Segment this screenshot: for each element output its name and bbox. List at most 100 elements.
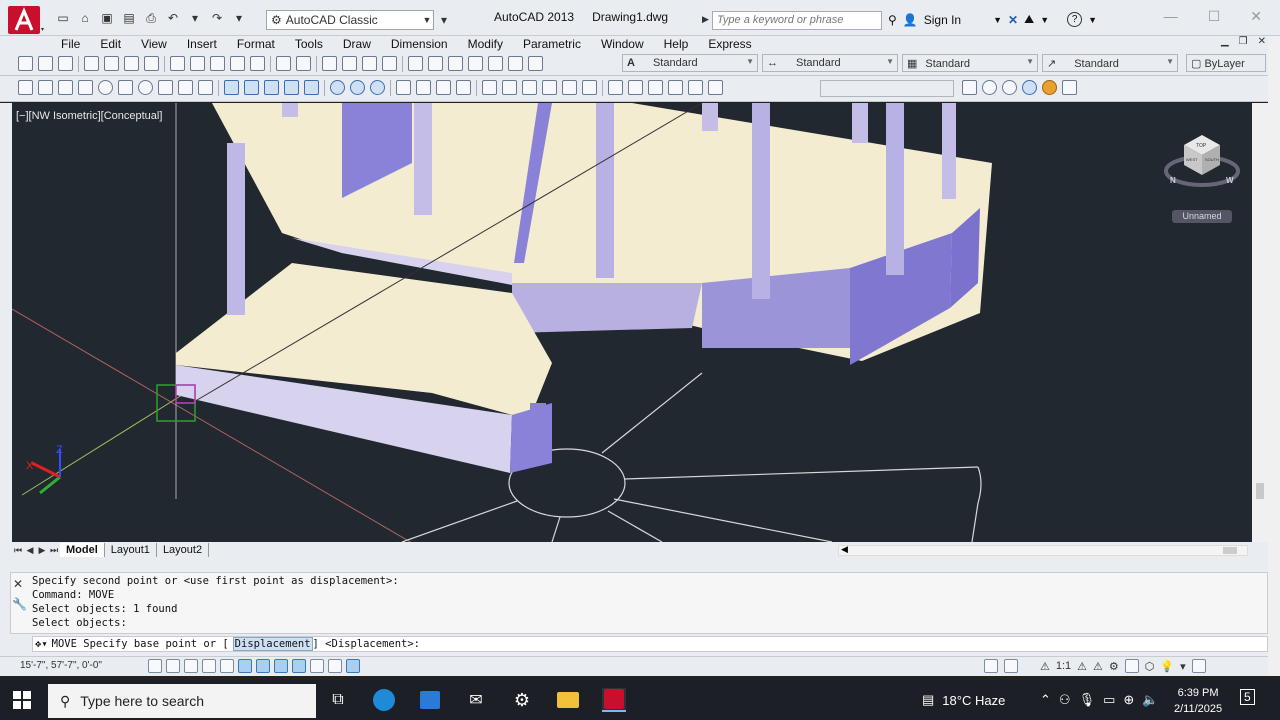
wedge-icon[interactable]	[58, 80, 73, 95]
pyramid-icon[interactable]	[158, 80, 173, 95]
microphone-icon[interactable]: 🎙	[1079, 692, 1096, 708]
annotation-scale[interactable]: 1:1	[1056, 660, 1071, 672]
object-snap-tracking-icon[interactable]	[274, 659, 288, 673]
polysolid-icon[interactable]	[18, 80, 33, 95]
tray-expand-icon[interactable]: ⌃	[1040, 692, 1051, 708]
notification-center-icon[interactable]: 5	[1240, 689, 1260, 710]
scrollbar-thumb[interactable]	[1223, 547, 1237, 554]
extrude-faces-icon[interactable]	[502, 80, 517, 95]
3d-object-snap-icon[interactable]	[256, 659, 270, 673]
box-icon[interactable]	[38, 80, 53, 95]
redo-toolbar-icon[interactable]	[296, 56, 311, 71]
command-customize-icon[interactable]: 🔧	[12, 597, 27, 611]
menu-modify[interactable]: Modify	[468, 37, 513, 51]
render-icon[interactable]	[962, 80, 977, 95]
taskbar-clock[interactable]: 6:39 PM 2/11/2025	[1174, 685, 1222, 717]
mleader-style-dropdown[interactable]: ↗ Standard ▼	[1042, 54, 1178, 72]
tab-layout1[interactable]: Layout1	[105, 543, 157, 557]
cylinder-icon[interactable]	[118, 80, 133, 95]
scrollbar-thumb[interactable]	[1256, 483, 1264, 499]
publish-icon[interactable]	[124, 56, 139, 71]
taskbar-search-box[interactable]: ⚲ Type here to search	[48, 684, 316, 718]
store-icon[interactable]	[418, 688, 442, 712]
horizontal-scrollbar[interactable]: ◀	[838, 544, 1248, 556]
presspull-icon[interactable]	[244, 80, 259, 95]
tab-model[interactable]: Model	[60, 543, 105, 557]
command-close-icon[interactable]: ✕	[13, 577, 23, 591]
menu-tools[interactable]: Tools	[295, 37, 333, 51]
status-menu-icon[interactable]: ▾	[1180, 660, 1186, 673]
visual-style-conceptual-icon[interactable]	[668, 80, 683, 95]
3d-print-icon[interactable]	[144, 56, 159, 71]
battery-icon[interactable]: ▭	[1103, 692, 1115, 708]
table-style-dropdown[interactable]: ▦ Standard ▼	[902, 54, 1038, 72]
revolve-icon[interactable]	[284, 80, 299, 95]
materials-icon[interactable]	[1002, 80, 1017, 95]
plot-icon[interactable]: ⎙	[143, 10, 159, 26]
close-icon[interactable]: ✕	[1250, 8, 1262, 25]
first-tab-icon[interactable]: ⏮	[12, 545, 24, 556]
properties-icon[interactable]	[408, 56, 423, 71]
qnew-icon[interactable]	[18, 56, 33, 71]
paste-icon[interactable]	[210, 56, 225, 71]
command-input[interactable]: ✥▾ MOVE Specify base point or [Displacem…	[32, 636, 1268, 652]
offset-faces-icon[interactable]	[542, 80, 557, 95]
match-properties-icon[interactable]	[230, 56, 245, 71]
menu-insert[interactable]: Insert	[187, 37, 227, 51]
fillet-edges-icon[interactable]	[562, 80, 577, 95]
lights-icon[interactable]	[982, 80, 997, 95]
undo-dropdown-icon[interactable]: ▾	[187, 10, 203, 26]
weather-widget[interactable]: ▤ 18°C Haze	[922, 692, 1005, 708]
autocad-taskbar-icon[interactable]	[602, 688, 626, 712]
save-file-icon[interactable]	[58, 56, 73, 71]
extrude-icon[interactable]	[224, 80, 239, 95]
copy-icon[interactable]	[190, 56, 205, 71]
doc-minimize-icon[interactable]: ▁	[1221, 36, 1229, 47]
undo-icon[interactable]: ↶	[165, 10, 181, 26]
menu-express[interactable]: Express	[708, 37, 761, 51]
plot-button-icon[interactable]	[84, 56, 99, 71]
tool-palettes-icon[interactable]	[448, 56, 463, 71]
menu-dimension[interactable]: Dimension	[391, 37, 458, 51]
grid-display-icon[interactable]	[184, 659, 198, 673]
sign-in-dropdown-icon[interactable]: ▼	[993, 15, 1002, 25]
last-tab-icon[interactable]: ⏭	[48, 545, 60, 556]
cone-icon[interactable]	[78, 80, 93, 95]
visual-style-realistic-icon[interactable]	[648, 80, 663, 95]
block-editor-icon[interactable]	[250, 56, 265, 71]
new-icon[interactable]: ▭	[55, 10, 71, 26]
render-window-icon[interactable]	[1062, 80, 1077, 95]
dim-style-dropdown[interactable]: ↔ Standard ▼	[762, 54, 898, 72]
exchange-icon[interactable]: ✕	[1008, 13, 1018, 27]
solid-edit-icon[interactable]	[482, 80, 497, 95]
vertical-scrollbar[interactable]	[1252, 103, 1268, 542]
3d-move-icon[interactable]	[396, 80, 411, 95]
annotation-visibility-icon[interactable]: ⚠	[1077, 660, 1087, 673]
viewcube-icon[interactable]: TOP WEST SOUTH N W	[1162, 125, 1242, 195]
transparency-icon[interactable]	[346, 659, 360, 673]
search-input[interactable]: Type a keyword or phrase	[712, 11, 882, 30]
help-dropdown-icon[interactable]: ▼	[1088, 15, 1097, 25]
file-explorer-icon[interactable]	[556, 688, 580, 712]
workspace-switching-icon[interactable]: ⚙	[1109, 660, 1119, 673]
workspace-dropdown[interactable]: ⚙ AutoCAD Classic ▼	[266, 10, 434, 30]
open-file-icon[interactable]	[38, 56, 53, 71]
cut-icon[interactable]	[170, 56, 185, 71]
help-icon[interactable]: ?	[1067, 12, 1083, 27]
redo-dropdown-icon[interactable]: ▾	[231, 10, 247, 26]
helix-icon[interactable]	[178, 80, 193, 95]
save-icon[interactable]: ▣	[99, 10, 115, 26]
autodesk-360-icon[interactable]: ⛰	[1024, 12, 1034, 27]
task-view-icon[interactable]: ⧉	[326, 688, 350, 712]
taper-faces-icon[interactable]	[522, 80, 537, 95]
model-space-icon[interactable]	[984, 659, 998, 673]
doc-close-icon[interactable]: ✕	[1258, 36, 1266, 47]
stay-connected-dropdown-icon[interactable]: ▼	[1040, 15, 1049, 25]
menu-help[interactable]: Help	[664, 37, 699, 51]
snap-mode-icon[interactable]	[166, 659, 180, 673]
help-toolbar-icon[interactable]	[528, 56, 543, 71]
hardware-acceleration-icon[interactable]: ⬡	[1145, 660, 1155, 673]
menu-format[interactable]: Format	[237, 37, 285, 51]
plot-preview-icon[interactable]	[104, 56, 119, 71]
zoom-window-icon[interactable]	[362, 56, 377, 71]
